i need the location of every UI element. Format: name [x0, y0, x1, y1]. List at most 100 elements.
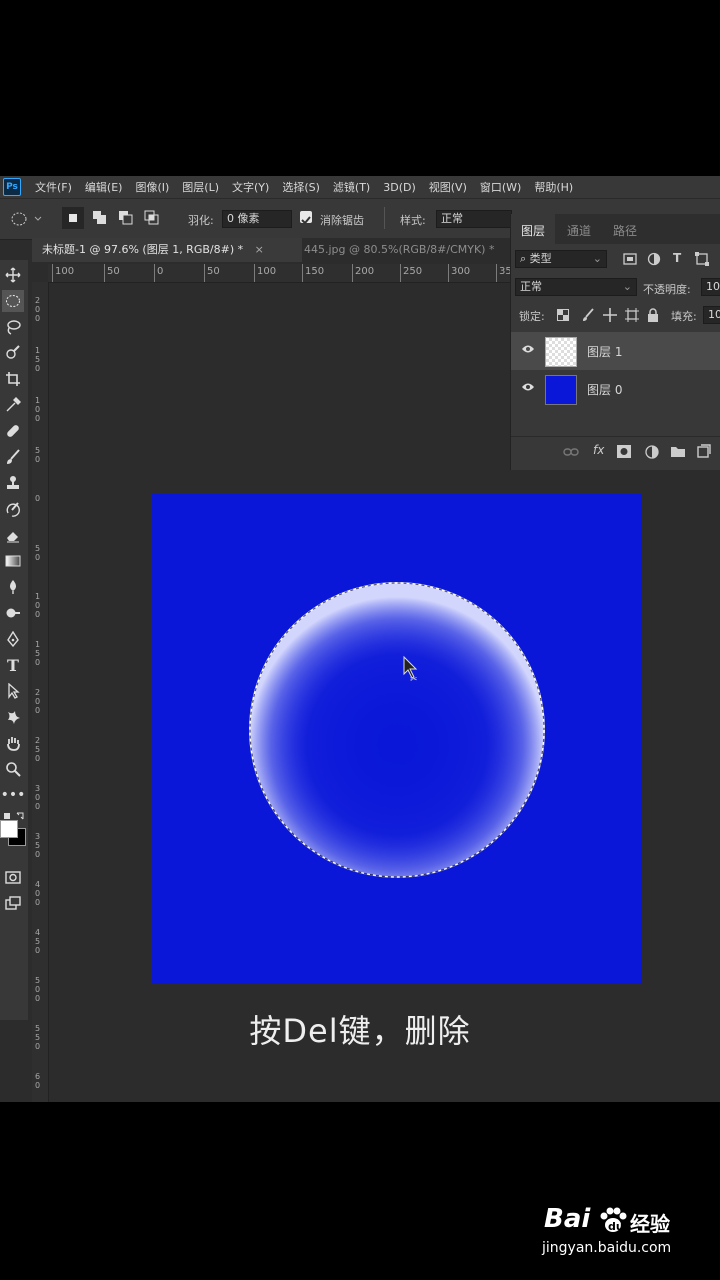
ruler-label: 500: [35, 976, 41, 1003]
eraser-tool-icon[interactable]: [2, 524, 24, 546]
hand-tool-icon[interactable]: [2, 732, 24, 754]
photoshop-logo: Ps: [3, 178, 21, 196]
menu-window[interactable]: 窗口(W): [480, 179, 521, 195]
ruler-label: 150: [305, 266, 325, 277]
opacity-input[interactable]: 10: [701, 278, 720, 296]
ruler-label: 300: [35, 784, 41, 811]
type-tool-icon[interactable]: T: [2, 654, 24, 676]
dodge-tool-icon[interactable]: [2, 602, 24, 624]
antialias-checkbox[interactable]: [300, 211, 312, 225]
eye-icon[interactable]: [521, 343, 535, 355]
elliptical-marquee-preset-icon[interactable]: [10, 211, 42, 231]
ruler-label: 50: [207, 266, 220, 277]
path-selection-tool-icon[interactable]: [2, 680, 24, 702]
close-icon[interactable]: ×: [255, 243, 264, 256]
menu-3d[interactable]: 3D(D): [383, 181, 416, 194]
svg-text:du: du: [608, 1220, 624, 1233]
ruler-label: 200: [355, 266, 375, 277]
baidu-jingyan-watermark: Bai du 经验 jingyan.baidu.com: [542, 1204, 682, 1264]
eyedropper-tool-icon[interactable]: [2, 394, 24, 416]
ruler-label: 0: [35, 494, 41, 503]
new-adjustment-layer-icon[interactable]: [645, 445, 659, 459]
tab-paths[interactable]: 路径: [613, 222, 637, 239]
layer-name: 图层 1: [587, 345, 623, 359]
lock-position-icon[interactable]: [603, 308, 617, 322]
document-tabs: 未标题-1 @ 97.6% (图层 1, RGB/8#) * × 445.jpg…: [32, 238, 512, 262]
feather-input[interactable]: 0 像素: [222, 210, 292, 228]
ruler-label: 150: [35, 346, 41, 373]
menu-image[interactable]: 图像(I): [135, 179, 169, 195]
menu-view[interactable]: 视图(V): [429, 179, 467, 195]
custom-shape-tool-icon[interactable]: [2, 706, 24, 728]
lock-all-icon[interactable]: [647, 308, 659, 322]
fill-input[interactable]: 10: [703, 306, 720, 324]
panel-footer: fx: [511, 436, 720, 467]
lock-artboard-icon[interactable]: [625, 308, 639, 322]
tab-title: 445.jpg @ 80.5%(RGB/8#/CMYK) *: [304, 243, 495, 256]
tab-channels[interactable]: 通道: [567, 222, 591, 239]
blend-row: 正常 ⌄ 不透明度: 10: [511, 276, 720, 298]
menu-select[interactable]: 选择(S): [282, 179, 320, 195]
pixel-layer-filter-icon[interactable]: [623, 252, 637, 266]
zoom-tool-icon[interactable]: [2, 758, 24, 780]
brush-tool-icon[interactable]: [2, 446, 24, 468]
new-layer-icon[interactable]: [697, 444, 711, 458]
adjustment-filter-icon[interactable]: [647, 252, 661, 266]
photoshop-window: Ps 文件(F) 编辑(E) 图像(I) 图层(L) 文字(Y) 选择(S) 滤…: [0, 176, 720, 1102]
healing-brush-tool-icon[interactable]: [2, 420, 24, 442]
lock-image-pixels-icon[interactable]: [581, 308, 595, 322]
lasso-tool-icon[interactable]: [2, 316, 24, 338]
new-selection-button[interactable]: [62, 207, 84, 229]
eye-icon[interactable]: [521, 381, 535, 393]
tab-445-jpg[interactable]: 445.jpg @ 80.5%(RGB/8#/CMYK) *: [304, 238, 494, 262]
gradient-tool-icon[interactable]: [2, 550, 24, 572]
ruler-label: 100: [257, 266, 277, 277]
more-tools-icon[interactable]: •••: [1, 784, 26, 806]
watermark-url: jingyan.baidu.com: [542, 1240, 672, 1256]
ruler-label: 250: [403, 266, 423, 277]
fx-icon[interactable]: fx: [593, 443, 604, 457]
screen-mode-icon[interactable]: [2, 892, 24, 914]
layer-row-layer-1[interactable]: 图层 1: [511, 332, 720, 370]
ruler-label: 300: [451, 266, 471, 277]
quick-mask-icon[interactable]: [2, 866, 24, 888]
menu-edit[interactable]: 编辑(E): [85, 179, 123, 195]
link-layers-icon[interactable]: [563, 446, 579, 458]
pen-tool-icon[interactable]: [2, 628, 24, 650]
style-select[interactable]: 正常: [436, 210, 512, 228]
crop-tool-icon[interactable]: [2, 368, 24, 390]
divider: [384, 207, 385, 229]
blend-mode-value: 正常: [520, 280, 542, 293]
clone-stamp-tool-icon[interactable]: [2, 472, 24, 494]
menu-filter[interactable]: 滤镜(T): [333, 179, 370, 195]
ruler-label: 200: [35, 688, 41, 715]
add-mask-icon[interactable]: [617, 445, 631, 458]
tab-layers[interactable]: 图层: [521, 222, 545, 239]
intersect-selection-icon[interactable]: [144, 210, 160, 230]
menu-type[interactable]: 文字(Y): [232, 179, 269, 195]
lock-transparent-pixels-icon[interactable]: [557, 309, 569, 321]
menu-layer[interactable]: 图层(L): [182, 179, 219, 195]
new-group-icon[interactable]: [671, 445, 685, 457]
shape-filter-icon[interactable]: [695, 252, 709, 266]
history-brush-tool-icon[interactable]: [2, 498, 24, 520]
menu-file[interactable]: 文件(F): [35, 179, 72, 195]
blur-tool-icon[interactable]: [2, 576, 24, 598]
layer-row-layer-0[interactable]: 图层 0: [511, 370, 720, 408]
move-tool-icon[interactable]: [2, 264, 24, 286]
type-filter-icon[interactable]: T: [673, 251, 681, 265]
add-to-selection-icon[interactable]: [92, 210, 108, 230]
document-canvas[interactable]: ✂: [152, 494, 642, 984]
tab-untitled-1[interactable]: 未标题-1 @ 97.6% (图层 1, RGB/8#) * ×: [32, 238, 302, 262]
svg-text:✂: ✂: [410, 675, 418, 685]
quick-selection-tool-icon[interactable]: [2, 342, 24, 364]
layer-thumbnail-blue: [545, 375, 577, 405]
ruler-label: 100: [55, 266, 75, 277]
ruler-label: 200: [35, 296, 41, 323]
blend-mode-select[interactable]: 正常 ⌄: [515, 278, 637, 296]
foreground-color-swatch[interactable]: [0, 820, 18, 838]
menu-help[interactable]: 帮助(H): [534, 179, 573, 195]
elliptical-marquee-tool-icon[interactable]: [2, 290, 24, 312]
subtract-from-selection-icon[interactable]: [118, 210, 134, 230]
layer-filter-select[interactable]: ⌕ 类型 ⌄: [515, 250, 607, 268]
